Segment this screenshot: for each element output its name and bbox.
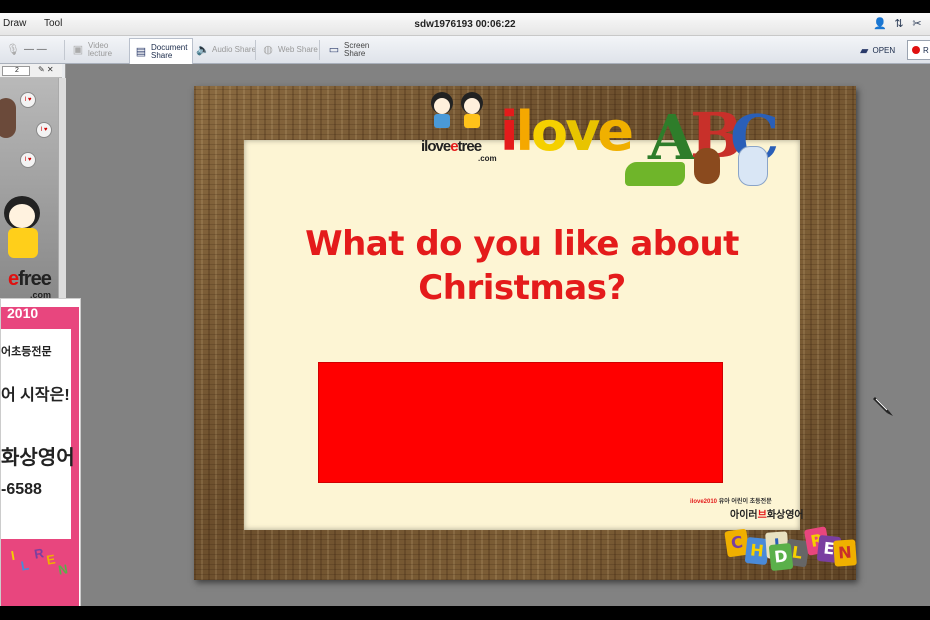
children-tile: N (833, 539, 857, 567)
ilove-headline: ilove (500, 100, 634, 163)
page-select[interactable]: 2 (2, 66, 30, 76)
letterbox-bottom (0, 606, 930, 620)
video-brand-word: free (18, 268, 52, 290)
ad-year: 2010 (7, 305, 39, 321)
video-brand-text: efree (8, 268, 52, 291)
letterbox-top (0, 0, 930, 13)
open-label: OPEN (872, 45, 896, 55)
kid-logo-body (434, 114, 450, 128)
iloveetree-logo: iloveetree (421, 138, 483, 155)
web-share-button[interactable]: ◍ Web Share (262, 38, 318, 62)
brand-name: 아이러브화상영어 (730, 506, 804, 521)
headline-letter: i (500, 100, 518, 163)
tools-icon[interactable]: ✂ (910, 17, 924, 31)
web-share-label: Web Share (278, 45, 318, 54)
ad-letter: N (56, 561, 69, 578)
mic-button[interactable]: 🎙 (6, 38, 20, 62)
answer-box[interactable] (318, 362, 723, 483)
cat-illustration (738, 146, 768, 186)
logo-prefix: ilove (421, 138, 451, 155)
microphone-icon: 🎙 (6, 44, 20, 56)
crocodile-illustration (625, 162, 685, 186)
document-share-button[interactable]: ▤ Document Share (129, 38, 194, 64)
heart-badge-icon: I ♥ (36, 122, 52, 138)
audio-share-label: Audio Share (212, 45, 257, 54)
brand-year: ilove2010 (690, 499, 718, 505)
ad-line: 어초등전문 (1, 346, 52, 358)
open-button[interactable]: ▰ OPEN (860, 40, 895, 60)
video-brand-dot: e (8, 268, 19, 290)
headline-letter: o (531, 100, 568, 163)
divider (255, 40, 256, 60)
record-button[interactable]: R (907, 40, 930, 60)
speaker-icon: 🔈 (196, 44, 210, 56)
monitor-icon: ▭ (328, 44, 340, 56)
kid-logo-body (464, 114, 480, 128)
kid-logo-face (434, 98, 450, 114)
heart-badge-icon: I ♥ (20, 152, 36, 168)
ad-line: 화상영어 (1, 447, 75, 469)
teacher-video-figure (0, 98, 16, 138)
abc-letter-a: A (648, 101, 697, 174)
video-camera-icon: ▣ (72, 44, 84, 56)
bear-illustration (694, 148, 720, 184)
record-label: R (923, 45, 929, 55)
document-icon: ▤ (135, 45, 147, 58)
audio-share-button[interactable]: 🔈 Audio Share (196, 38, 256, 62)
folder-icon: ▰ (860, 44, 869, 57)
globe-icon: ◍ (263, 44, 273, 56)
logo-domain: .com (478, 154, 497, 163)
pen-cursor-icon (873, 397, 893, 416)
toolbar: 🎙 — — ▣ Video lecture ▤ Document Share 🔈… (0, 36, 930, 64)
screen-share-button[interactable]: ▭ Screen Share (328, 38, 370, 62)
advertisement-banner[interactable]: 2010 어초등전문 어 시작은! 화상영어 -6588 I L R E N (0, 298, 81, 608)
app-window: Draw Tool sdw1976193 00:06:22 👤 ⇅ ✂ 🎙 — … (0, 0, 930, 620)
video-lecture-button[interactable]: ▣ Video lecture (72, 38, 112, 62)
swap-icon[interactable]: ⇅ (892, 17, 906, 31)
screen-share-label: Screen Share (344, 41, 370, 58)
brand-name-pre: 아이러 (730, 510, 758, 521)
left-panel-controls: 2 ✎ ✕ (0, 64, 62, 78)
divider (64, 40, 65, 60)
brand-tagline: ilove2010 유아 어린이 초등전문 (690, 496, 772, 505)
logo-mid: e (450, 138, 458, 155)
ad-line: 어 시작은! (1, 387, 70, 404)
logo-suffix: tree (457, 138, 483, 155)
question-line-2: Christmas? (418, 268, 626, 308)
children-tile: D (768, 542, 794, 572)
user-icon[interactable]: 👤 (873, 17, 887, 31)
pin-icon[interactable]: ✎ ✕ (38, 65, 54, 74)
video-lecture-label: Video lecture (88, 41, 113, 58)
kid-mascot-body (8, 228, 38, 258)
headline-letter: v (565, 100, 600, 163)
ad-content: 어초등전문 어 시작은! 화상영어 -6588 (1, 329, 75, 539)
brand-tagline-text: 유아 어린이 초등전문 (718, 499, 772, 505)
menu-bar: Draw Tool sdw1976193 00:06:22 👤 ⇅ ✂ (0, 13, 930, 36)
question-line-1: What do you like about (305, 224, 739, 264)
heart-badge-icon: I ♥ (20, 92, 36, 108)
kid-logo-face (464, 98, 480, 114)
session-title: sdw1976193 00:06:22 (414, 19, 516, 30)
document-share-label: Document Share (151, 42, 188, 60)
record-icon (912, 46, 920, 54)
brand-name-heart: 브 (757, 510, 767, 521)
divider (319, 40, 320, 60)
kid-mascot-face (9, 204, 35, 228)
ad-line: -6588 (1, 481, 42, 498)
slide-question: What do you like about Christmas? (244, 222, 800, 310)
mic-volume-slider[interactable]: — — (24, 38, 47, 62)
headline-letter: e (597, 100, 634, 163)
brand-name-post: 화상영어 (766, 510, 804, 521)
headline-letter: l (515, 100, 534, 163)
